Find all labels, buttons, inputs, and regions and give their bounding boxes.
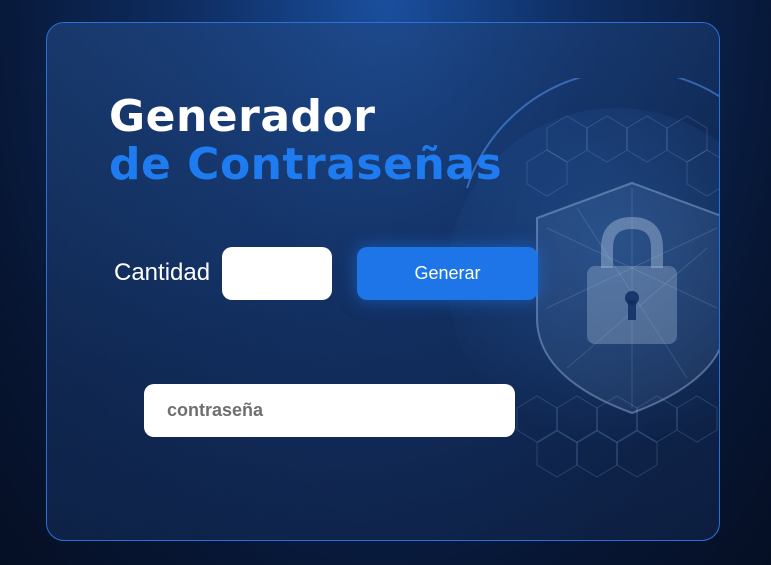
page-title: Generador de Contraseñas [109,93,502,189]
quantity-label: Cantidad [114,259,211,286]
title-line-2: de Contraseñas [109,139,503,190]
generate-button[interactable]: Generar [357,247,538,300]
title-line-1: Generador [109,91,376,142]
generator-card: Generador de Contraseñas Cantidad Genera… [46,22,720,541]
quantity-input[interactable] [222,247,332,300]
password-field[interactable] [144,384,515,437]
